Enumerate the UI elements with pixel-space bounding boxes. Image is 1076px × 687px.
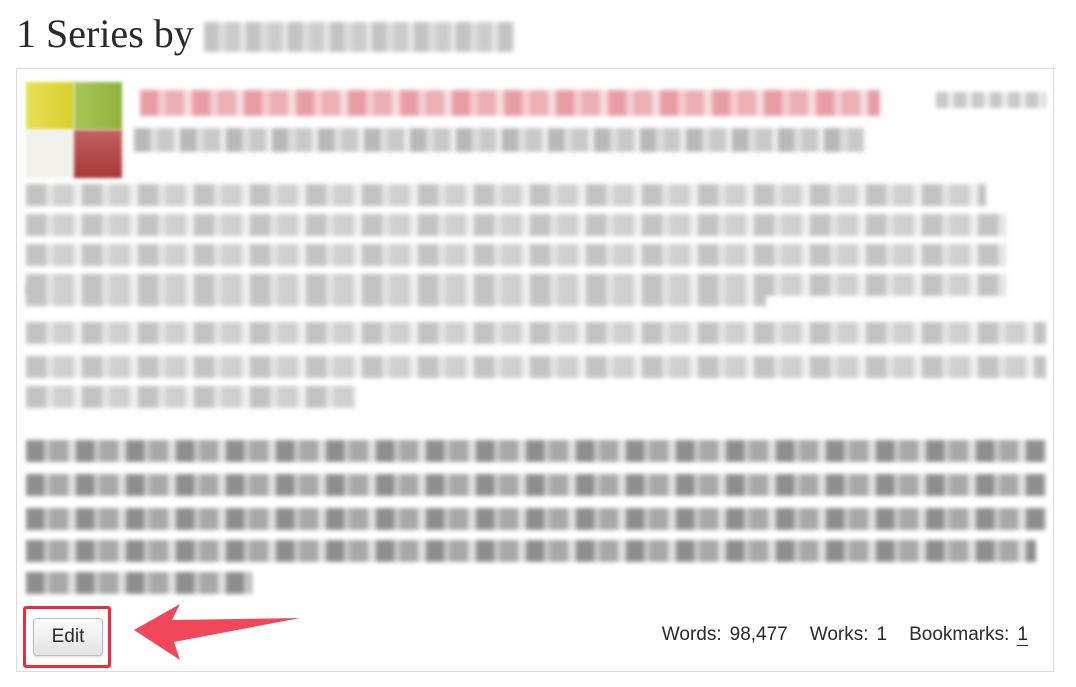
summary-line-blurred: [26, 508, 1046, 530]
tags-line-blurred: [26, 244, 1006, 266]
series-date-blurred: [936, 92, 1046, 108]
works-value: 1: [876, 624, 888, 645]
words-value: 98,477: [729, 624, 788, 645]
tags-line-blurred: [26, 214, 1006, 236]
series-icon: [26, 82, 122, 178]
bookmarks-label: Bookmarks:: [909, 624, 1010, 645]
series-icon-cell: [74, 82, 122, 130]
edit-button[interactable]: Edit: [33, 618, 103, 656]
series-fandoms-blurred[interactable]: [134, 128, 864, 152]
series-stats: Words: 98,477 Works: 1 Bookmarks: 1: [662, 624, 1028, 646]
series-icon-cell: [74, 130, 122, 178]
summary-line-blurred: [26, 540, 1036, 562]
series-title-blurred[interactable]: [140, 90, 880, 116]
series-icon-cell: [26, 82, 74, 130]
page-title: 1 Series by: [16, 8, 514, 60]
arrow-annotation: [134, 604, 300, 660]
bookmarks-link[interactable]: 1: [1017, 624, 1028, 646]
author-name-blurred[interactable]: [203, 22, 514, 52]
summary-line-blurred: [26, 386, 356, 408]
page-title-prefix: 1 Series by: [16, 11, 194, 56]
words-label: Words:: [661, 624, 722, 645]
series-icon-cell: [26, 130, 74, 178]
works-label: Works:: [809, 624, 869, 645]
summary-line-blurred: [26, 440, 1046, 462]
summary-line-blurred: [26, 474, 1046, 496]
tags-line-blurred: [26, 184, 986, 206]
summary-line-blurred: [26, 572, 252, 594]
summary-line-blurred: [26, 356, 1046, 378]
tags-line-blurred: [26, 284, 766, 306]
summary-line-blurred: [26, 322, 1046, 344]
